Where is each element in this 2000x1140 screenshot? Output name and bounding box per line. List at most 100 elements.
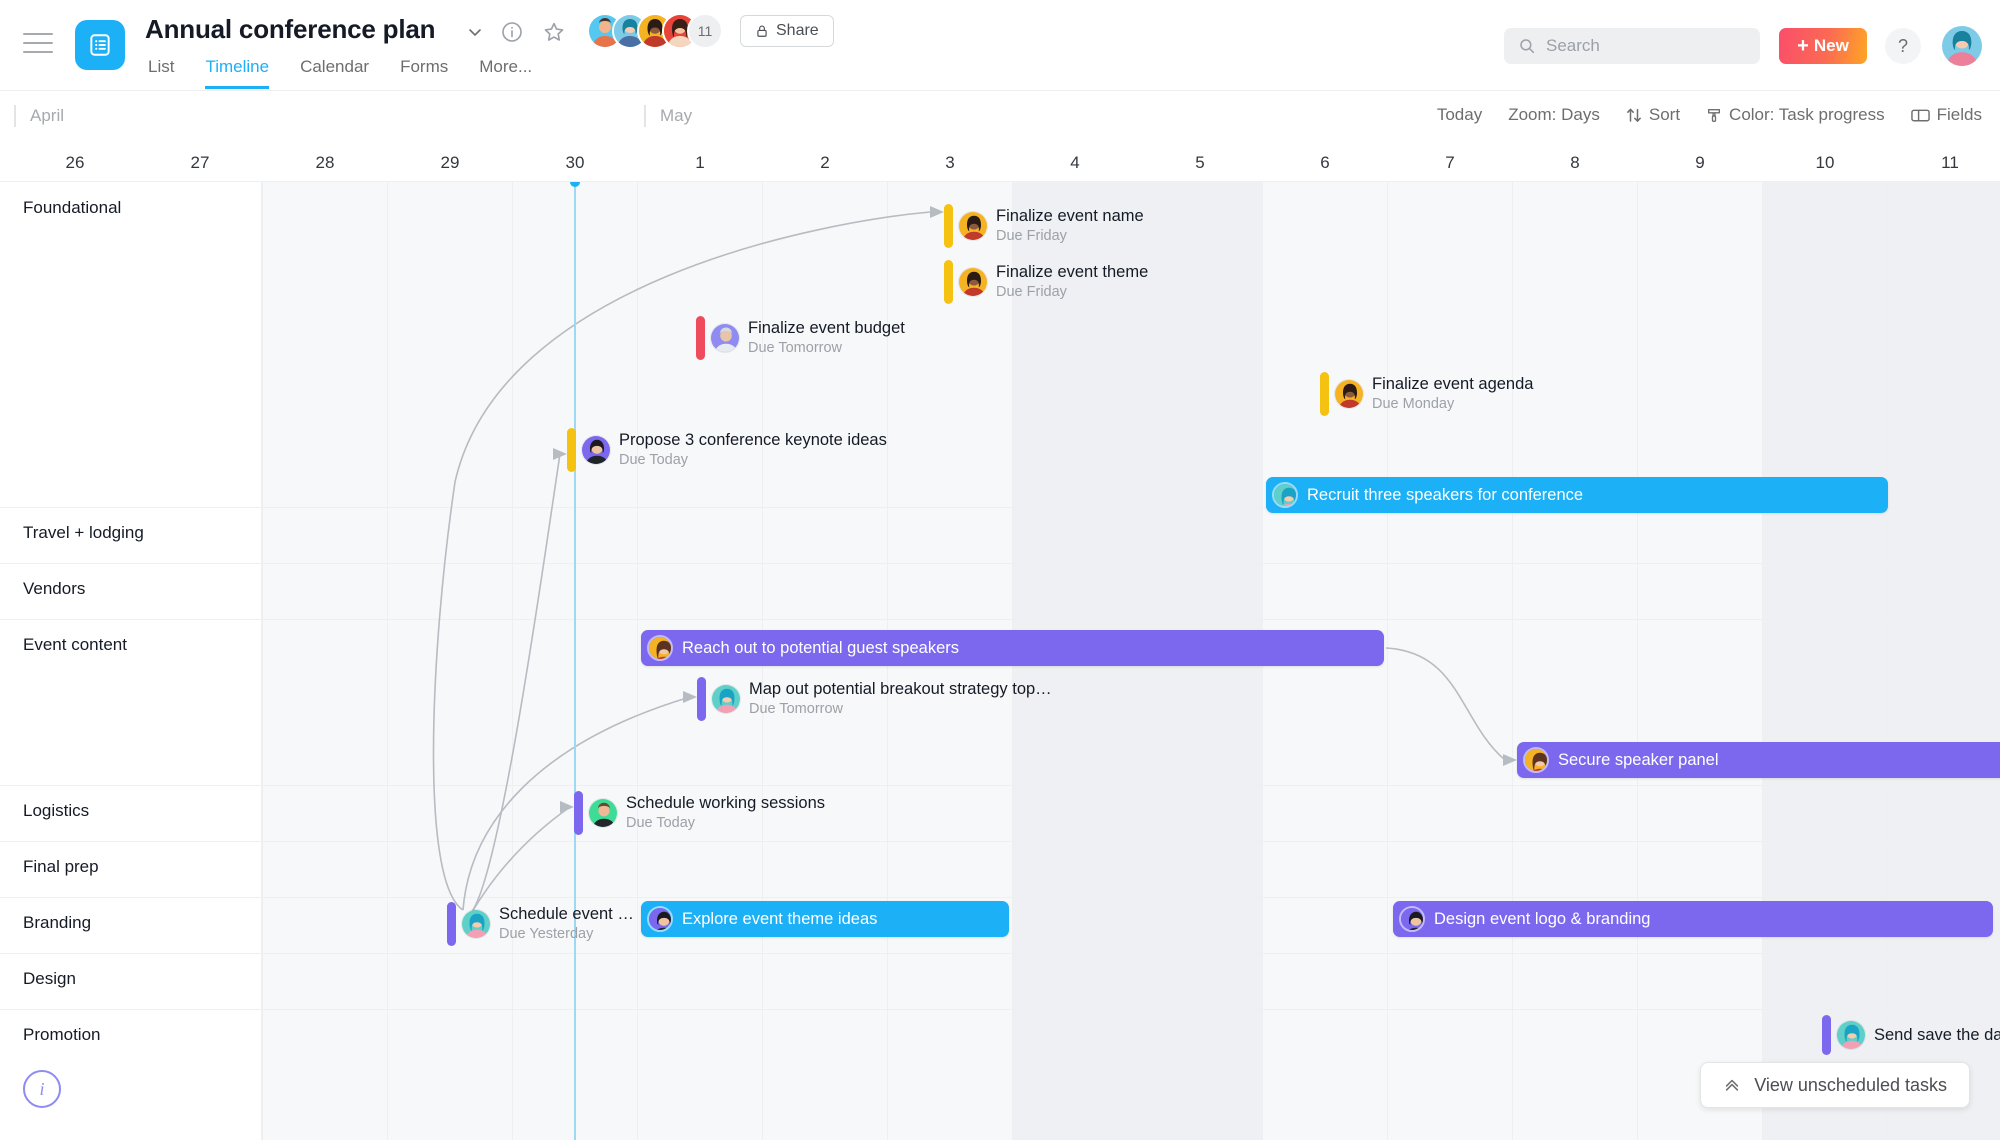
- task-bar[interactable]: Reach out to potential guest speakers: [641, 630, 1384, 666]
- grid-column-line: [387, 182, 388, 1140]
- tab-timeline[interactable]: Timeline: [205, 57, 270, 89]
- grid-row-line: [0, 785, 2000, 786]
- task-due-date: Due Today: [619, 452, 689, 468]
- page-title: Annual conference plan: [145, 14, 436, 44]
- sort-arrows-icon: [1626, 107, 1642, 124]
- lock-icon: [755, 24, 769, 38]
- avatar-overflow-count[interactable]: 11: [687, 13, 723, 49]
- grid-row-line: [0, 563, 2000, 564]
- assignee-avatar: [1399, 906, 1425, 932]
- task-text: Finalize event name Due Friday: [996, 207, 1144, 245]
- search-input[interactable]: Search: [1504, 28, 1760, 64]
- row-label-promotion[interactable]: Promotion: [23, 1025, 100, 1045]
- task-name: Finalize event name: [996, 207, 1144, 225]
- task-bar[interactable]: Explore event theme ideas: [641, 901, 1009, 937]
- task-due-date: Due Tomorrow: [748, 340, 843, 356]
- row-label-vendors[interactable]: Vendors: [23, 579, 85, 599]
- chevron-down-icon[interactable]: [465, 22, 485, 42]
- task-name: Schedule event …: [499, 905, 634, 923]
- day-number: 27: [190, 153, 210, 172]
- day-number: 5: [1195, 153, 1205, 172]
- task-chip[interactable]: [574, 791, 583, 835]
- hamburger-menu-icon[interactable]: [23, 33, 53, 57]
- assignee-avatar: [647, 635, 673, 661]
- timeline-toolbar: April May Today Zoom: Days Sort Color: T…: [0, 91, 2000, 145]
- grid-column-line: [1762, 182, 1763, 1140]
- task-due-date: Due Today: [626, 815, 696, 831]
- row-label-branding[interactable]: Branding: [23, 913, 91, 933]
- day-number: 26: [65, 153, 85, 172]
- list-project-icon: [75, 20, 125, 70]
- task-chip[interactable]: [1822, 1015, 1831, 1055]
- timeline-grid: Finalize event name Due Friday Finalize ev…: [0, 182, 2000, 1140]
- task-name: Finalize event budget: [748, 319, 905, 337]
- task-chip[interactable]: [696, 316, 705, 360]
- task-bar[interactable]: Recruit three speakers for conference: [1266, 477, 1888, 513]
- task-chip[interactable]: [567, 428, 576, 472]
- assignee-avatar: [1523, 747, 1549, 773]
- row-label-event-content[interactable]: Event content: [23, 635, 127, 655]
- grid-row-line: [0, 1009, 262, 1010]
- view-tabs: List Timeline Calendar Forms More...: [148, 57, 532, 89]
- day-number: 9: [1695, 153, 1705, 172]
- task-chip[interactable]: [944, 260, 953, 304]
- task-name: Finalize event agenda: [1372, 375, 1534, 393]
- color-selector[interactable]: Color: Task progress: [1706, 105, 1885, 125]
- row-label-foundational[interactable]: Foundational: [23, 198, 121, 218]
- share-button[interactable]: Share: [740, 15, 834, 47]
- tab-forms[interactable]: Forms: [400, 57, 448, 89]
- assignee-avatar: [581, 435, 611, 465]
- row-label-design[interactable]: Design: [23, 969, 76, 989]
- row-label-column: Foundational Travel + lodging Vendors Event…: [0, 182, 262, 1140]
- task-text: Schedule working sessions Due Today: [626, 794, 825, 832]
- color-label: Color: Task progress: [1729, 105, 1885, 124]
- assignee-avatar: [588, 798, 618, 828]
- help-button[interactable]: ?: [1885, 28, 1921, 64]
- task-text: Send save the da…: [1874, 1026, 2000, 1045]
- star-icon[interactable]: [542, 20, 566, 44]
- grid-row-line: [0, 619, 262, 620]
- new-button[interactable]: + New: [1779, 28, 1867, 64]
- grid-row-line: [0, 1009, 2000, 1010]
- day-number: 2: [820, 153, 830, 172]
- new-button-label: New: [1813, 36, 1849, 55]
- grid-row-line: [0, 897, 2000, 898]
- info-icon[interactable]: i: [23, 1070, 61, 1108]
- task-bar[interactable]: Secure speaker panel: [1517, 742, 2000, 778]
- grid-row-line: [0, 841, 2000, 842]
- day-number: 11: [1941, 153, 1959, 172]
- grid-column-line: [1512, 182, 1513, 1140]
- tab-calendar[interactable]: Calendar: [300, 57, 369, 89]
- tab-list[interactable]: List: [148, 57, 174, 89]
- timeline-app: Annual conference plan 11 Share List Tim…: [0, 0, 2000, 1140]
- task-chip[interactable]: [944, 204, 953, 248]
- info-circle-icon[interactable]: [500, 20, 524, 44]
- assignee-avatar: [647, 906, 673, 932]
- row-label-travel-lodging[interactable]: Travel + lodging: [23, 523, 144, 543]
- top-bar: Annual conference plan 11 Share List Tim…: [0, 0, 2000, 91]
- task-chip[interactable]: [697, 677, 706, 721]
- view-unscheduled-tasks-button[interactable]: View unscheduled tasks: [1700, 1062, 1970, 1108]
- tab-more[interactable]: More...: [479, 57, 532, 89]
- task-text: Finalize event agenda Due Monday: [1372, 375, 1533, 413]
- chevron-double-up-icon: [1723, 1076, 1741, 1094]
- day-number: 7: [1445, 153, 1455, 172]
- task-due-date: Due Friday: [996, 284, 1067, 300]
- assignee-avatar: [1836, 1020, 1866, 1050]
- task-due-date: Due Monday: [1372, 396, 1455, 412]
- today-button[interactable]: Today: [1437, 105, 1482, 125]
- fields-icon: [1910, 108, 1930, 123]
- weekend-band: [1762, 182, 2000, 1140]
- task-bar[interactable]: Design event logo & branding: [1393, 901, 1993, 937]
- task-chip[interactable]: [447, 902, 456, 946]
- assignee-avatar: [958, 267, 988, 297]
- row-label-logistics[interactable]: Logistics: [23, 801, 89, 821]
- task-chip[interactable]: [1320, 372, 1329, 416]
- day-number: 30: [565, 153, 585, 172]
- zoom-selector[interactable]: Zoom: Days: [1508, 105, 1600, 125]
- fields-button[interactable]: Fields: [1910, 105, 1982, 125]
- sort-button[interactable]: Sort: [1626, 105, 1680, 125]
- current-user-avatar[interactable]: [1942, 26, 1982, 66]
- task-text: Propose 3 conference keynote ideas Due To…: [619, 431, 887, 469]
- row-label-final-prep[interactable]: Final prep: [23, 857, 99, 877]
